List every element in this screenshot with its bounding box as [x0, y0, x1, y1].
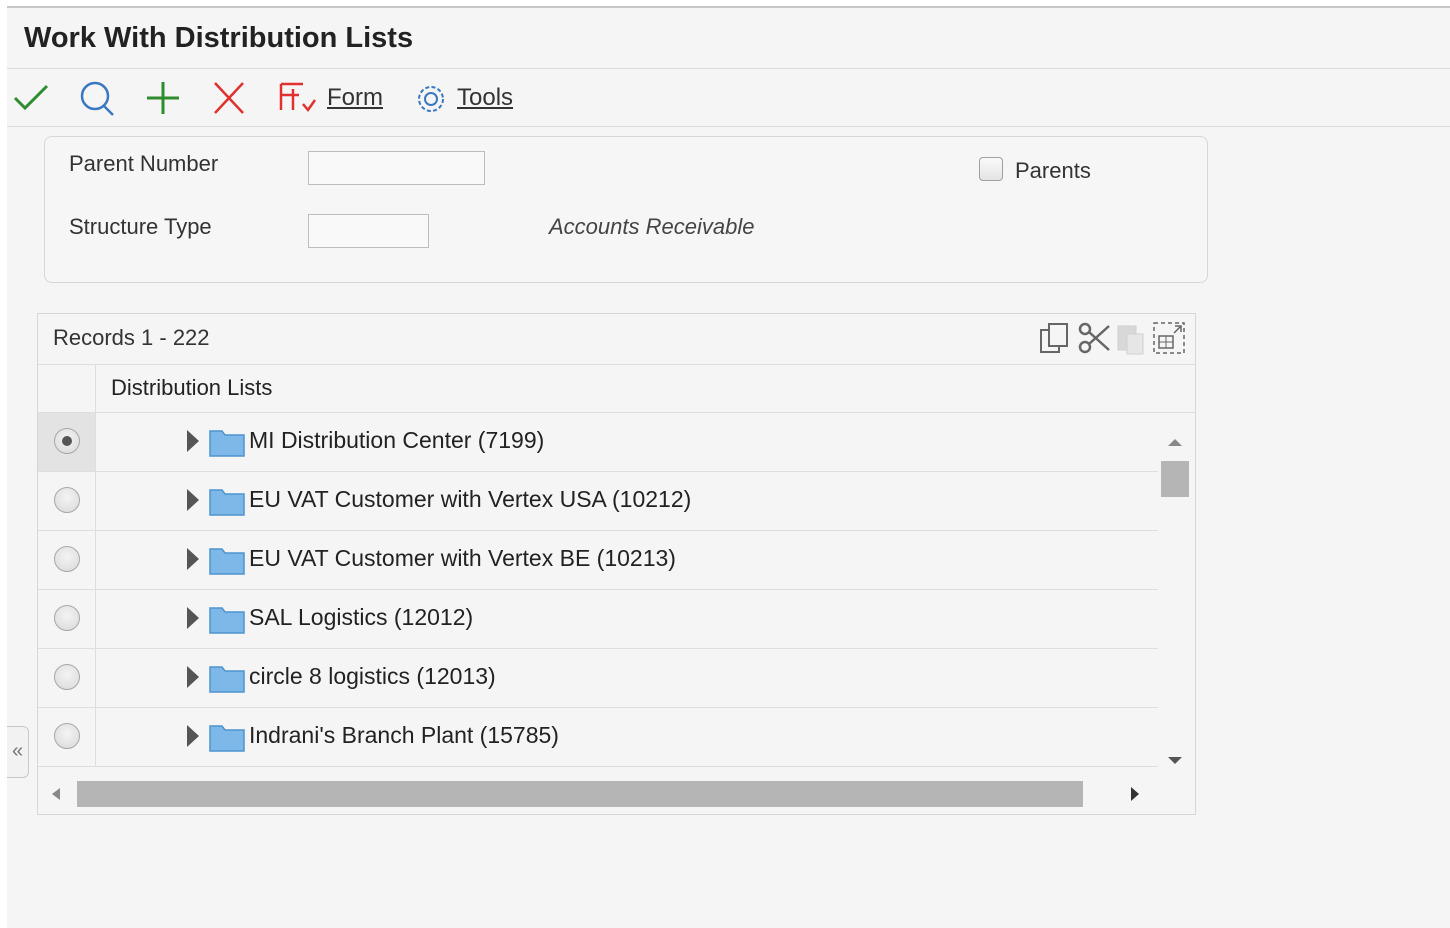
search-icon [80, 81, 114, 116]
double-chevron-left-icon: « [11, 740, 24, 762]
expand-triangle-icon[interactable] [187, 666, 199, 688]
delete-button[interactable] [211, 80, 247, 116]
row-label: circle 8 logistics (12013) [249, 663, 496, 689]
column-header-row: Distribution Lists [38, 365, 1195, 413]
plus-icon [147, 82, 179, 114]
checkmark-icon [13, 84, 49, 111]
expand-grid-icon[interactable] [1151, 320, 1187, 356]
table-row[interactable]: EU VAT Customer with Vertex USA (10212) [38, 472, 1158, 531]
structure-type-label: Structure Type [69, 214, 212, 239]
page: Work With Distribution Lists Form Tools … [7, 6, 1450, 928]
table-row[interactable]: MI Distribution Center (7199) [38, 413, 1158, 472]
row-radio-button[interactable] [54, 487, 80, 513]
grid-header: Records 1 - 222 [38, 314, 1195, 365]
row-label: SAL Logistics (12012) [249, 604, 474, 630]
parent-number-label: Parent Number [69, 151, 219, 176]
distribution-lists-grid: Records 1 - 222 Distribution Lists MI Di… [37, 313, 1196, 815]
copy-icon[interactable] [1037, 320, 1073, 356]
parents-checkbox-label: Parents [1015, 158, 1091, 183]
row-select-cell [38, 413, 96, 471]
find-button[interactable] [77, 80, 117, 116]
grid-tools [1037, 320, 1187, 356]
folder-icon [209, 607, 245, 634]
row-label: MI Distribution Center (7199) [249, 427, 545, 453]
expand-triangle-icon[interactable] [187, 725, 199, 747]
expand-triangle-icon[interactable] [187, 607, 199, 629]
scroll-up-arrow-icon [1168, 439, 1182, 446]
row-radio-button[interactable] [54, 664, 80, 690]
row-radio-button[interactable] [54, 428, 80, 454]
horizontal-scrollbar[interactable] [38, 776, 1195, 812]
tools-menu-label: Tools [457, 84, 514, 111]
toolbar: Form Tools [7, 70, 1450, 127]
row-label: EU VAT Customer with Vertex USA (10212) [249, 486, 692, 512]
ok-button[interactable] [11, 80, 51, 116]
table-row[interactable]: EU VAT Customer with Vertex BE (10213) [38, 531, 1158, 590]
horizontal-scroll-thumb [77, 781, 1083, 807]
expand-triangle-icon[interactable] [187, 489, 199, 511]
delete-x-icon [214, 82, 244, 114]
filter-panel: Parent Number Structure Type Accounts Re… [44, 136, 1208, 283]
form-menu-button[interactable]: Form [277, 80, 383, 116]
records-count: Records 1 - 222 [53, 325, 210, 350]
structure-type-input[interactable] [308, 214, 429, 248]
folder-icon [209, 430, 245, 457]
page-title: Work With Distribution Lists [24, 22, 414, 54]
folder-icon [209, 548, 245, 575]
tools-menu-button[interactable]: Tools [413, 80, 513, 116]
row-select-cell [38, 708, 96, 766]
table-row[interactable]: SAL Logistics (12012) [38, 590, 1158, 649]
row-select-cell [38, 531, 96, 589]
grid-rows: MI Distribution Center (7199) EU VAT Cus… [38, 413, 1158, 768]
table-row[interactable]: circle 8 logistics (12013) [38, 649, 1158, 708]
collapse-side-panel-button[interactable]: « [7, 726, 29, 778]
expand-triangle-icon[interactable] [187, 548, 199, 570]
scroll-left-arrow-icon [52, 788, 60, 800]
add-button[interactable] [144, 80, 182, 116]
radio-selected-dot [62, 436, 72, 446]
folder-icon [209, 489, 245, 516]
row-label: EU VAT Customer with Vertex BE (10213) [249, 545, 676, 571]
vertical-scroll-thumb [1161, 461, 1189, 497]
parents-checkbox[interactable] [979, 157, 1003, 181]
parent-number-input[interactable] [308, 151, 485, 185]
row-select-cell [38, 649, 96, 707]
structure-type-description: Accounts Receivable [549, 214, 755, 239]
folder-icon [209, 725, 245, 752]
table-row[interactable]: Indrani's Branch Plant (15785) [38, 708, 1158, 767]
select-column-header [38, 365, 96, 412]
title-bar: Work With Distribution Lists [7, 8, 1450, 69]
gear-icon [418, 86, 444, 112]
scroll-right-arrow-icon [1131, 787, 1139, 801]
row-radio-button[interactable] [54, 546, 80, 572]
form-menu-label: Form [327, 84, 383, 111]
expand-triangle-icon[interactable] [187, 430, 199, 452]
form-menu-icon [279, 82, 317, 113]
cut-icon[interactable] [1077, 320, 1111, 356]
folder-icon [209, 666, 245, 693]
vertical-scrollbar[interactable] [1160, 422, 1190, 772]
scroll-down-arrow-icon [1168, 757, 1182, 764]
row-select-cell [38, 590, 96, 648]
row-radio-button[interactable] [54, 605, 80, 631]
row-radio-button[interactable] [54, 723, 80, 749]
row-select-cell [38, 472, 96, 530]
row-label: Indrani's Branch Plant (15785) [249, 722, 559, 748]
column-header-distribution-lists[interactable]: Distribution Lists [111, 375, 272, 401]
paste-icon[interactable] [1115, 320, 1147, 356]
